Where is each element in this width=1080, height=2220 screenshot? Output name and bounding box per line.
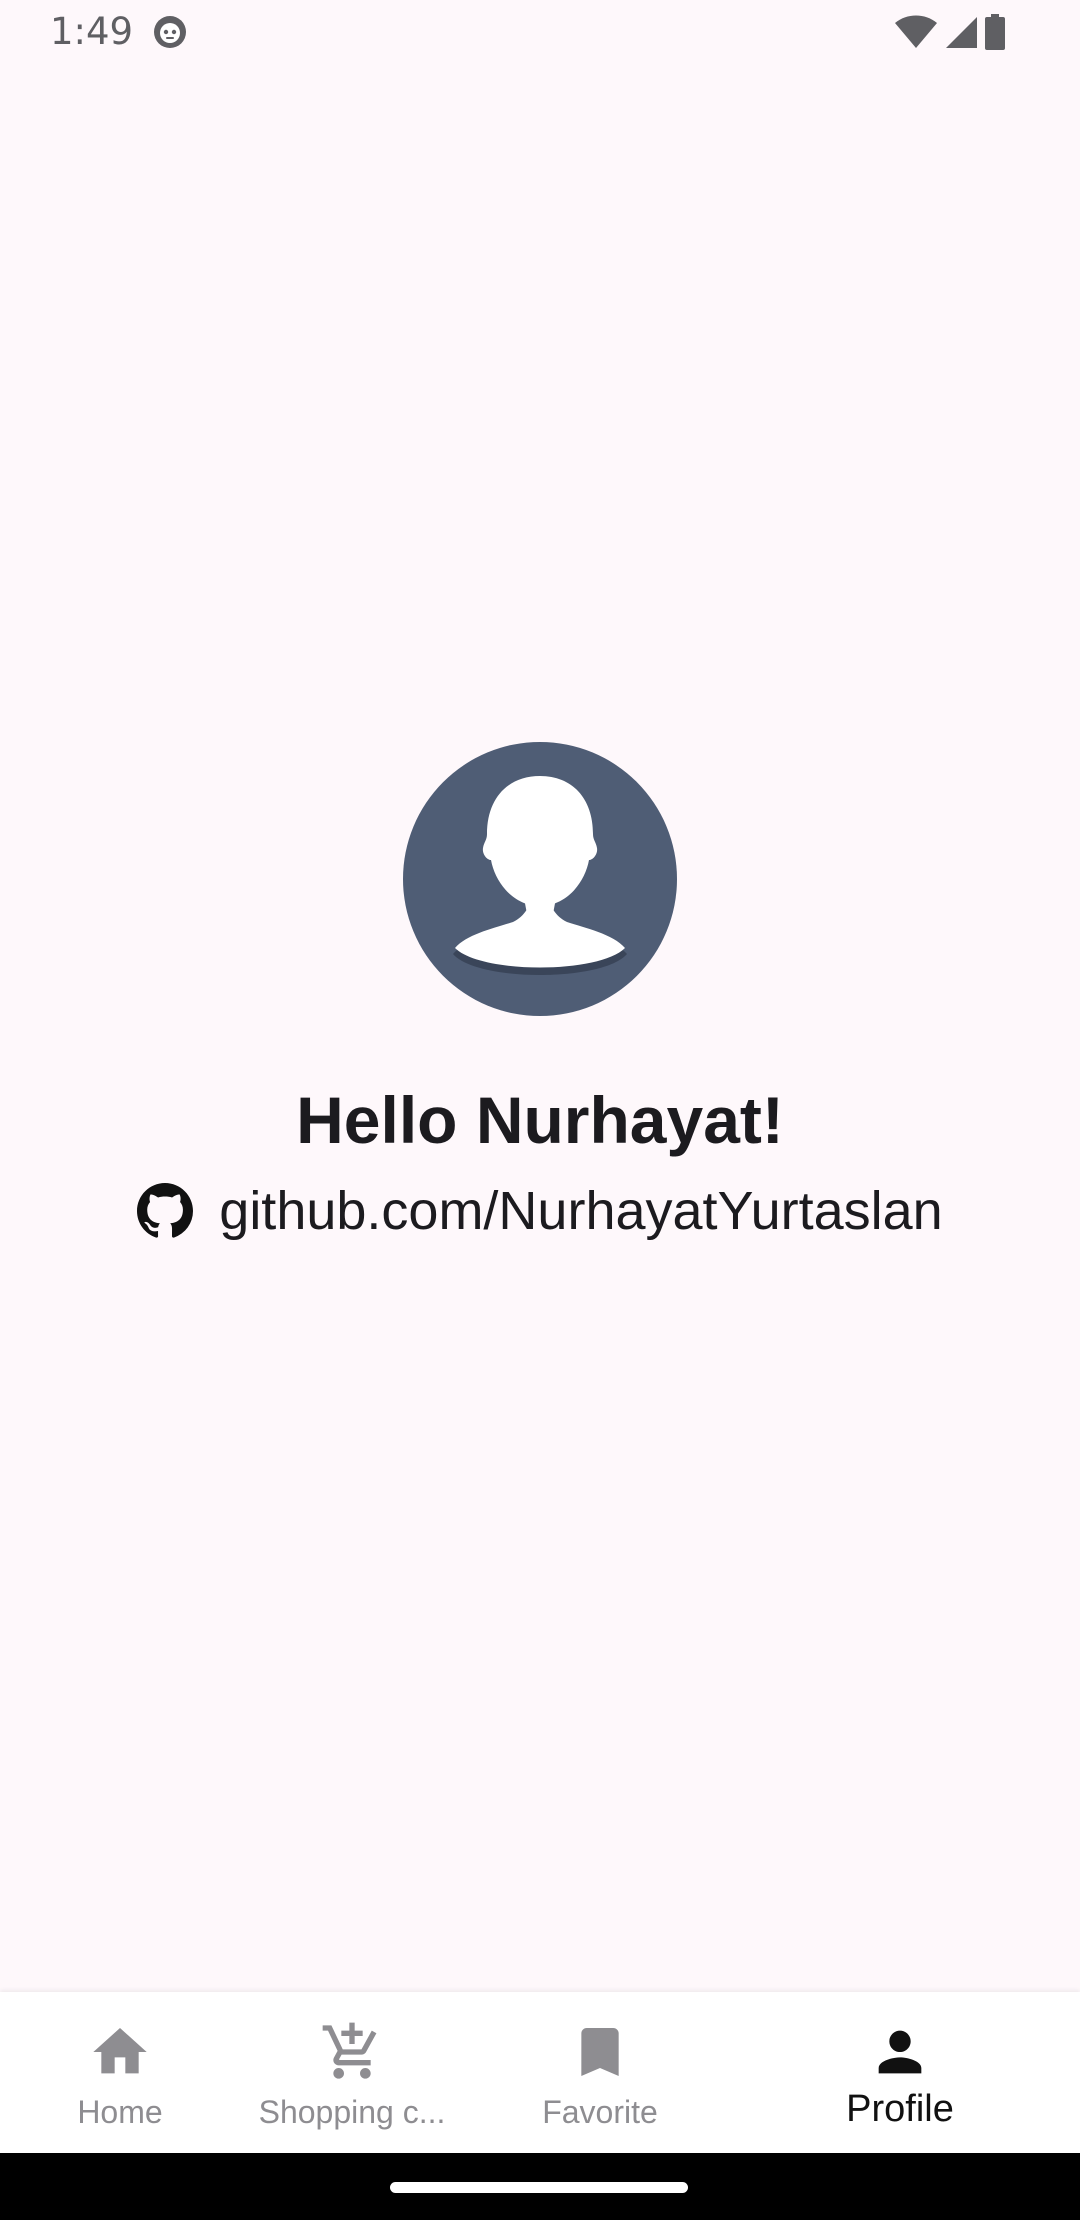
add-to-cart-icon	[322, 2022, 377, 2079]
nav-label-favorite: Favorite	[542, 2094, 658, 2130]
bottom-navigation: Home Shopping c... Favorite Profile	[0, 1992, 1080, 2153]
nav-label-home: Home	[77, 2094, 163, 2130]
nav-label-profile: Profile	[846, 2088, 954, 2130]
person-icon	[878, 2030, 922, 2074]
app-notification-icon	[154, 16, 186, 48]
wifi-icon	[895, 15, 937, 48]
status-time: 1:49	[50, 10, 134, 53]
cellular-signal-icon	[946, 17, 977, 48]
github-icon	[137, 1183, 194, 1238]
nav-item-favorite[interactable]: Favorite	[480, 1992, 720, 2153]
nav-item-home[interactable]: Home	[0, 1992, 240, 2153]
battery-icon	[985, 14, 1005, 50]
nav-item-shopping-cart[interactable]: Shopping c...	[232, 1992, 472, 2153]
system-gesture-bar	[0, 2153, 1080, 2220]
nav-item-profile[interactable]: Profile	[780, 1992, 1020, 2153]
nav-label-shopping-cart: Shopping c...	[258, 2094, 446, 2130]
status-icons	[894, 14, 1006, 50]
default-avatar-icon	[403, 742, 677, 1016]
greeting-title: Hello Nurhayat!	[296, 1083, 784, 1157]
github-link-text[interactable]: github.com/NurhayatYurtaslan	[219, 1172, 942, 1250]
home-icon	[93, 2028, 147, 2074]
github-link-row[interactable]: github.com/NurhayatYurtaslan	[0, 1172, 1080, 1250]
gesture-handle[interactable]	[390, 2182, 688, 2193]
bookmark-icon	[581, 2028, 619, 2076]
status-bar: 1:49	[0, 0, 1080, 64]
